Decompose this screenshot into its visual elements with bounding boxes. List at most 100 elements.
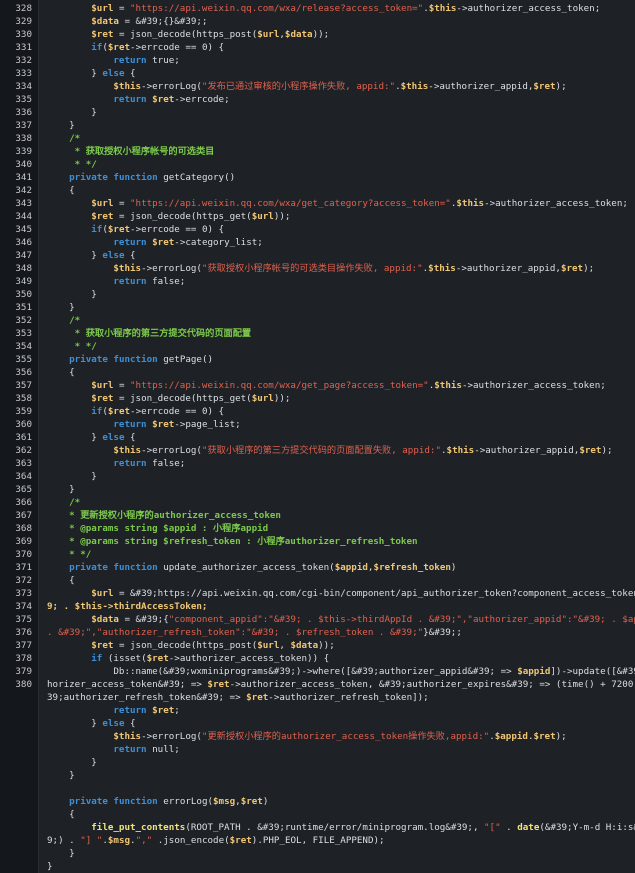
code-line[interactable]: $data = &#39;{"component_appid":"&#39; .… (47, 613, 635, 626)
code-line[interactable]: return $ret->errcode; (47, 93, 229, 106)
code-line[interactable]: return $ret; (47, 704, 179, 717)
code-line[interactable]: } (47, 470, 97, 483)
code-line[interactable]: private function errorLog($msg,$ret) (47, 795, 268, 808)
code-line[interactable]: $this->errorLog("获取小程序的第三方提交代码的页面配置失败, a… (47, 444, 612, 457)
code-line[interactable]: . &#39;","authorizer_refresh_token":"&#3… (47, 626, 462, 639)
code-line[interactable]: if (isset($ret->authorizer_access_token)… (47, 652, 329, 665)
code-line[interactable]: $ret = json_decode(https_get($url)); (47, 392, 290, 405)
code-line[interactable]: $url = "https://api.weixin.qq.com/wxa/ge… (47, 197, 628, 210)
code-token: if (91, 653, 103, 664)
code-token: horizer_access_token&#39; => (47, 679, 208, 690)
code-line[interactable]: $this->errorLog("发布已通过审核的小程序操作失败, appid:… (47, 80, 566, 93)
code-line[interactable]: * 获取小程序的第三方提交代码的页面配置 (47, 327, 251, 340)
code-line[interactable]: } else { (47, 249, 135, 262)
code-line[interactable]: } else { (47, 717, 135, 730)
code-line[interactable]: file_put_contents(ROOT_PATH . &#39;runti… (47, 821, 635, 834)
code-line[interactable]: return false; (47, 457, 185, 470)
code-token: if (91, 224, 103, 235)
code-line[interactable]: $ret = json_decode(https_get($url)); (47, 210, 290, 223)
code-line[interactable]: horizer_access_token&#39; => $ret->autho… (47, 678, 635, 691)
code-line[interactable]: * 更新授权小程序的authorizer_access_token (47, 509, 281, 522)
code-line[interactable]: /* (47, 314, 80, 327)
code-line[interactable]: { (47, 808, 75, 821)
code-line[interactable]: $ret = json_decode(https_post($url,$data… (47, 28, 329, 41)
code-line[interactable]: $this->errorLog("更新授权小程序的authorizer_acce… (47, 730, 566, 743)
code-line[interactable]: return null; (47, 743, 180, 756)
line-number: 371 (15, 562, 32, 573)
code-line[interactable]: } (47, 106, 97, 119)
line-number: 340 (15, 159, 32, 170)
code-line[interactable]: } (47, 769, 75, 782)
code-line[interactable]: private function getCategory() (47, 171, 235, 184)
code-line[interactable]: $data = &#39;{}&#39;; (47, 15, 207, 28)
line-number: 331 (15, 42, 32, 53)
code-line[interactable]: } else { (47, 67, 135, 80)
code-line[interactable]: return true; (47, 54, 179, 67)
code-token: $appid (517, 666, 551, 677)
code-line[interactable]: private function getPage() (47, 353, 213, 366)
code-token: false; (146, 458, 186, 469)
code-line[interactable]: /* (47, 132, 80, 145)
code-area[interactable]: $url = "https://api.weixin.qq.com/wxa/re… (39, 0, 635, 873)
code-line[interactable]: * @params string $refresh_token : 小程序aut… (47, 535, 417, 548)
code-token: return (113, 744, 147, 755)
code-line[interactable]: $this->errorLog("获取授权小程序帐号的可选类目操作失败, app… (47, 262, 594, 275)
code-line[interactable]: return false; (47, 275, 185, 288)
code-line[interactable]: 39;authorizer_refresh_token&#39; => $ret… (47, 691, 429, 704)
code-token: $data (91, 614, 119, 625)
code-line[interactable]: private function update_authorizer_acces… (47, 561, 456, 574)
code-line[interactable]: * */ (47, 548, 91, 561)
code-line[interactable]: * */ (47, 340, 97, 353)
code-token: } (69, 120, 75, 131)
code-token: { (124, 432, 136, 443)
code-token: $ret (533, 81, 556, 92)
code-token: . &#39;","authorizer_refresh_token":"&#3… (47, 627, 424, 638)
code-line[interactable]: $url = "https://api.weixin.qq.com/wxa/ge… (47, 379, 606, 392)
code-line[interactable]: $ret = json_decode(https_post($url, $dat… (47, 639, 334, 652)
code-line[interactable]: return $ret->category_list; (47, 236, 262, 249)
line-number: 361 (15, 432, 32, 443)
code-line[interactable]: /* (47, 496, 80, 509)
code-line[interactable]: } (47, 119, 75, 132)
code-token: * @params string $appid : 小程序appid (69, 523, 269, 534)
code-line[interactable]: Db::name(&#39;wxminiprograms&#39;)->wher… (47, 665, 635, 678)
line-number: 353 (15, 328, 32, 339)
code-line[interactable]: if($ret->errcode == 0) { (47, 405, 224, 418)
code-token: null; (146, 744, 180, 755)
code-line[interactable]: } (47, 756, 97, 769)
code-token: ->errcode == 0) { (130, 42, 225, 53)
code-line[interactable]: 9;) . "] ".$msg."," .json_encode($ret).P… (47, 834, 385, 847)
code-line[interactable]: 9; . $this->thirdAccessToken; (47, 600, 207, 613)
code-line[interactable]: $url = "https://api.weixin.qq.com/wxa/re… (47, 2, 600, 15)
code-line[interactable]: if($ret->errcode == 0) { (47, 41, 224, 54)
code-line[interactable]: { (47, 574, 75, 587)
line-number-gutter: 328 329 330 331 332 333 334 335 336 337 338 339 340 3… (0, 0, 39, 873)
line-number: 370 (15, 549, 32, 560)
code-line[interactable]: } (47, 288, 97, 301)
code-line[interactable]: { (47, 184, 75, 197)
code-line[interactable]: } else { (47, 431, 136, 444)
code-line[interactable]: $url = &#39;https://api.weixin.qq.com/cg… (47, 587, 635, 600)
code-line[interactable]: * 获取授权小程序帐号的可选类目 (47, 145, 215, 158)
code-editor[interactable]: 328 329 330 331 332 333 334 335 336 337 338 339 340 3… (0, 0, 635, 873)
code-line[interactable]: if($ret->errcode == 0) { (47, 223, 224, 236)
code-line[interactable]: return $ret->page_list; (47, 418, 240, 431)
code-line[interactable]: } (47, 301, 75, 314)
code-token: false; (146, 276, 186, 287)
code-line[interactable]: * */ (47, 158, 97, 171)
code-line[interactable]: } (47, 847, 75, 860)
code-line[interactable]: } (47, 483, 75, 496)
code-token: $data (290, 640, 319, 651)
code-line[interactable]: * @params string $appid : 小程序appid (47, 522, 268, 535)
code-token: $ret (579, 445, 602, 456)
code-line[interactable]: } (47, 860, 53, 873)
code-line[interactable]: { (47, 366, 75, 379)
